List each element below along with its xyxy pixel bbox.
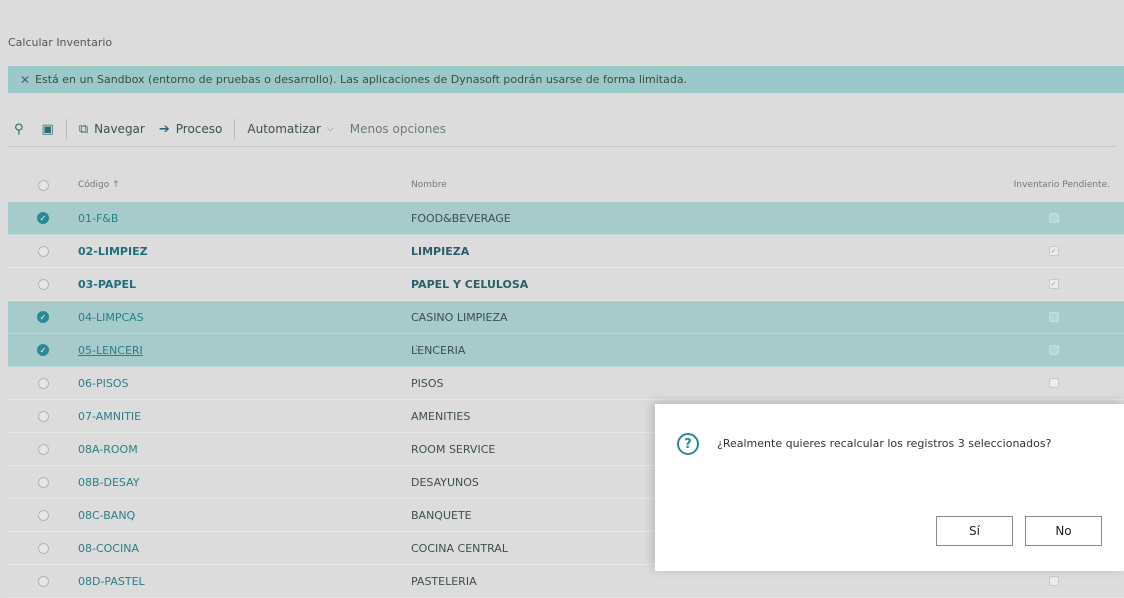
row-code[interactable]: 01-F&B bbox=[78, 212, 411, 225]
row-code[interactable]: 02-LIMPIEZ bbox=[78, 245, 411, 258]
question-icon: ? bbox=[677, 433, 699, 455]
process-icon: ➔ bbox=[158, 121, 170, 137]
row-select-radio[interactable] bbox=[37, 443, 49, 455]
table-row[interactable]: ✓ 01-F&B FOOD&BEVERAGE bbox=[8, 202, 1124, 235]
pending-checkbox[interactable] bbox=[1048, 378, 1059, 388]
sandbox-banner: ✕ Está en un Sandbox (entorno de pruebas… bbox=[8, 66, 1124, 93]
row-code[interactable]: 06-PISOS bbox=[78, 377, 411, 390]
confirm-dialog: ? ¿Realmente quieres recalcular los regi… bbox=[655, 404, 1124, 571]
table-row[interactable]: ✓ 05-LENCERI ⋮ LENCERIA bbox=[8, 334, 1124, 367]
view-icon[interactable]: ▣ bbox=[42, 123, 54, 136]
row-code[interactable]: 08-COCINA bbox=[78, 542, 411, 555]
row-code[interactable]: 08B-DESAY bbox=[78, 476, 411, 489]
automatizar-label: Automatizar bbox=[247, 122, 321, 136]
table-row[interactable]: 03-PAPEL PAPEL Y CELULOSA ✓ bbox=[8, 268, 1124, 301]
pending-checkbox[interactable]: ✓ bbox=[1048, 246, 1059, 256]
row-select-radio[interactable] bbox=[37, 410, 49, 422]
no-button[interactable]: No bbox=[1025, 516, 1102, 546]
row-select-radio[interactable] bbox=[37, 245, 49, 257]
banner-text: Está en un Sandbox (entorno de pruebas o… bbox=[35, 73, 688, 86]
table-row[interactable]: ✓ 04-LIMPCAS CASINO LIMPIEZA bbox=[8, 301, 1124, 334]
row-select-radio[interactable] bbox=[37, 542, 49, 554]
navegar-label: Navegar bbox=[94, 122, 145, 136]
table-header: Código ↑ Nombre Inventario Pendiente. bbox=[8, 168, 1124, 202]
row-code[interactable]: 07-AMNITIE bbox=[78, 410, 411, 423]
row-select-radio[interactable] bbox=[37, 575, 49, 587]
pending-checkbox[interactable]: ✓ bbox=[1048, 279, 1059, 289]
row-select-radio[interactable]: ✓ bbox=[37, 344, 49, 356]
toolbar-divider bbox=[65, 119, 67, 139]
row-name: LIMPIEZA bbox=[411, 244, 470, 258]
toolbar-divider bbox=[234, 119, 236, 139]
row-select-radio[interactable]: ✓ bbox=[37, 212, 49, 224]
row-code[interactable]: 05-LENCERI bbox=[78, 344, 411, 357]
row-code[interactable]: 04-LIMPCAS bbox=[78, 311, 411, 324]
pending-checkbox[interactable] bbox=[1048, 312, 1059, 322]
row-select-radio[interactable] bbox=[37, 476, 49, 488]
row-name: LENCERIA bbox=[411, 343, 466, 357]
pending-checkbox[interactable] bbox=[1048, 576, 1059, 586]
close-icon[interactable]: ✕ bbox=[20, 73, 30, 87]
row-actions-icon[interactable]: ⋮ bbox=[411, 343, 422, 356]
row-name: PISOS bbox=[411, 376, 444, 390]
row-code[interactable]: 08A-ROOM bbox=[78, 443, 411, 456]
select-all-radio[interactable] bbox=[37, 179, 49, 191]
action-toolbar: ⚲ ▣ ⧉ Navegar ➔ Proceso Automatizar ⌵ Me… bbox=[8, 112, 1116, 147]
pending-checkbox[interactable] bbox=[1048, 213, 1059, 223]
row-select-radio[interactable] bbox=[37, 377, 49, 389]
pending-checkbox[interactable] bbox=[1048, 345, 1059, 355]
search-icon[interactable]: ⚲ bbox=[14, 123, 24, 136]
table-row[interactable]: 02-LIMPIEZ LIMPIEZA ✓ bbox=[8, 235, 1124, 268]
dialog-message: ¿Realmente quieres recalcular los regist… bbox=[717, 437, 1052, 450]
row-name: CASINO LIMPIEZA bbox=[411, 310, 508, 324]
page-title: Calcular Inventario bbox=[8, 36, 113, 49]
column-header-name[interactable]: Nombre bbox=[411, 180, 951, 190]
row-code[interactable]: 08D-PASTEL bbox=[78, 575, 411, 588]
row-name: PAPEL Y CELULOSA bbox=[411, 277, 529, 291]
navegar-button[interactable]: ⧉ Navegar bbox=[79, 122, 145, 136]
row-name: FOOD&BEVERAGE bbox=[411, 211, 511, 225]
yes-button[interactable]: Sí bbox=[936, 516, 1013, 546]
row-code[interactable]: 08C-BANQ bbox=[78, 509, 411, 522]
row-code[interactable]: 03-PAPEL bbox=[78, 278, 411, 291]
proceso-label: Proceso bbox=[175, 122, 223, 136]
chevron-down-icon: ⌵ bbox=[326, 124, 334, 134]
proceso-button[interactable]: ➔ Proceso bbox=[159, 122, 223, 136]
row-name: PASTELERIA bbox=[411, 574, 477, 588]
automatizar-button[interactable]: Automatizar ⌵ bbox=[247, 122, 333, 136]
navigate-icon: ⧉ bbox=[78, 121, 89, 137]
menos-opciones-button[interactable]: Menos opciones bbox=[350, 122, 446, 136]
table-row[interactable]: 06-PISOS PISOS bbox=[8, 367, 1124, 400]
row-select-radio[interactable] bbox=[37, 509, 49, 521]
column-header-pending[interactable]: Inventario Pendiente. bbox=[951, 180, 1124, 190]
row-select-radio[interactable]: ✓ bbox=[37, 311, 49, 323]
column-header-code[interactable]: Código ↑ bbox=[78, 180, 411, 190]
row-select-radio[interactable] bbox=[37, 278, 49, 290]
